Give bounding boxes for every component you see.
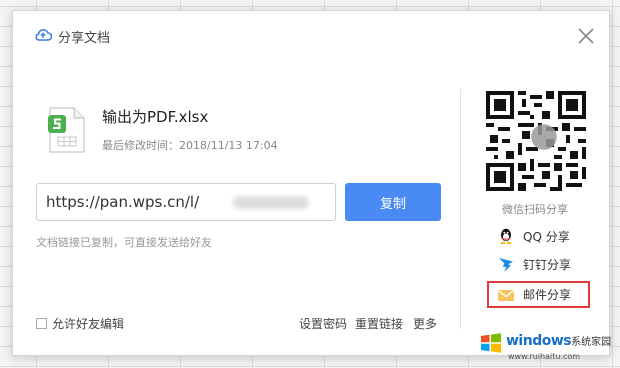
watermark-url: www.ruihaitu.com — [508, 352, 581, 361]
copy-button[interactable]: 复制 — [345, 183, 441, 221]
mail-share-button[interactable]: 邮件分享 — [487, 281, 590, 308]
qq-penguin-icon — [500, 228, 512, 244]
dingtalk-icon — [499, 258, 513, 272]
allow-edit-checkbox[interactable] — [36, 317, 47, 329]
close-icon[interactable] — [575, 25, 597, 47]
spreadsheet-file-icon — [48, 107, 85, 153]
qr-code — [486, 91, 586, 191]
set-password-link[interactable]: 设置密码 — [299, 315, 347, 332]
mail-share-label: 邮件分享 — [523, 288, 572, 302]
watermark-brand: windows系统家园 — [506, 333, 611, 349]
dingtalk-share-button[interactable]: 钉钉分享 — [497, 253, 571, 275]
share-dialog: 分享文档 输出为PDF.xlsx 最后修改时间：2018/11/13 17:04… — [12, 10, 610, 356]
vertical-divider — [460, 89, 461, 329]
qq-share-button[interactable]: QQ 分享 — [497, 225, 570, 247]
copied-notice: 文档链接已复制，可直接发送给好友 — [36, 236, 212, 249]
allow-edit-option[interactable]: 允许好友编辑 — [36, 316, 125, 331]
redacted-link-part — [233, 196, 309, 209]
share-link-text: https://pan.wps.cn/l/ — [46, 193, 200, 211]
more-link[interactable]: 更多 — [413, 315, 437, 332]
cloud-share-icon — [35, 29, 52, 41]
watermark-suffix: 系统家园 — [571, 337, 612, 348]
share-link-field[interactable]: https://pan.wps.cn/l/ — [36, 183, 336, 221]
watermark-brand-text: windows — [506, 333, 572, 349]
dialog-title: 分享文档 — [58, 31, 111, 46]
mail-envelope-icon — [498, 289, 514, 301]
dialog-title-bar: 分享文档 — [13, 11, 609, 59]
dingtalk-share-label: 钉钉分享 — [523, 257, 572, 272]
allow-edit-label: 允许好友编辑 — [52, 316, 125, 331]
qq-share-label: QQ 分享 — [523, 229, 570, 244]
file-name: 输出为PDF.xlsx — [102, 108, 209, 126]
file-modified-time: 最后修改时间：2018/11/13 17:04 — [102, 139, 278, 152]
windows-logo-icon — [481, 333, 501, 353]
reset-link-link[interactable]: 重置链接 — [355, 315, 403, 332]
qr-caption: 微信扫码分享 — [502, 203, 568, 216]
